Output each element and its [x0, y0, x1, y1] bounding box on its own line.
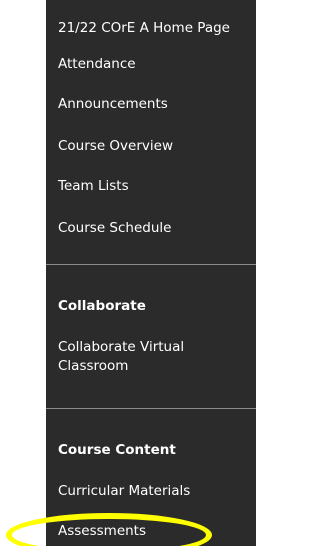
sidebar-item-home-page[interactable]: 21/22 COrE A Home Page	[58, 19, 254, 38]
sidebar-item-course-overview[interactable]: Course Overview	[58, 137, 254, 156]
course-menu-sidebar: 21/22 COrE A Home Page Attendance Announ…	[46, 0, 256, 546]
section-heading-course-content: Course Content	[58, 442, 176, 458]
page: 21/22 COrE A Home Page Attendance Announ…	[0, 0, 256, 546]
section-divider	[46, 264, 256, 265]
section-divider	[46, 408, 256, 409]
sidebar-item-attendance[interactable]: Attendance	[58, 55, 254, 74]
sidebar-item-announcements[interactable]: Announcements	[58, 95, 254, 114]
sidebar-item-collaborate-virtual-classroom[interactable]: Collaborate Virtual Classroom	[58, 338, 228, 376]
sidebar-item-assessments[interactable]: Assessments	[58, 522, 254, 541]
sidebar-item-team-lists[interactable]: Team Lists	[58, 177, 254, 196]
section-heading-collaborate: Collaborate	[58, 298, 146, 314]
sidebar-item-curricular-materials[interactable]: Curricular Materials	[58, 482, 254, 501]
sidebar-item-course-schedule[interactable]: Course Schedule	[58, 219, 254, 238]
